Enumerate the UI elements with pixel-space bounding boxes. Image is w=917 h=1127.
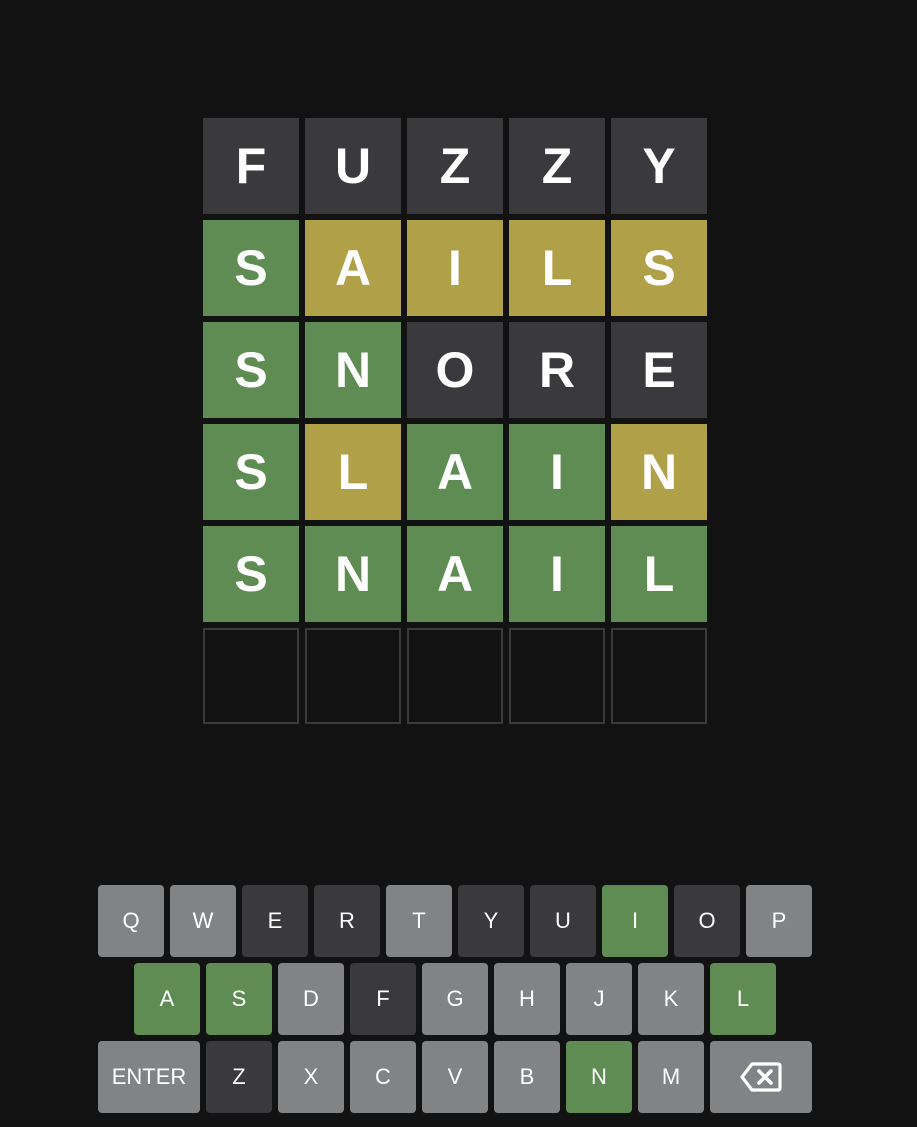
tile-r4-c5: N xyxy=(611,424,707,520)
tile-r4-c4: I xyxy=(509,424,605,520)
backspace-icon xyxy=(740,1062,782,1092)
tile-r2-c2: A xyxy=(305,220,401,316)
key-c[interactable]: C xyxy=(350,1041,416,1113)
tile-r2-c4: L xyxy=(509,220,605,316)
tile-r1-c4: Z xyxy=(509,118,605,214)
tile-r3-c4: R xyxy=(509,322,605,418)
key-e[interactable]: E xyxy=(242,885,308,957)
tile-r3-c2: N xyxy=(305,322,401,418)
tile-r1-c2: U xyxy=(305,118,401,214)
tile-r1-c5: Y xyxy=(611,118,707,214)
key-l[interactable]: L xyxy=(710,963,776,1035)
key-j[interactable]: J xyxy=(566,963,632,1035)
key-v[interactable]: V xyxy=(422,1041,488,1113)
key-i[interactable]: I xyxy=(602,885,668,957)
backspace-key[interactable] xyxy=(710,1041,812,1113)
key-w[interactable]: W xyxy=(170,885,236,957)
tile-r2-c3: I xyxy=(407,220,503,316)
keyboard-row-3: ENTER Z X C V B N M xyxy=(98,1041,812,1113)
tile-r5-c1: S xyxy=(203,526,299,622)
key-k[interactable]: K xyxy=(638,963,704,1035)
key-n[interactable]: N xyxy=(566,1041,632,1113)
tile-r5-c5: L xyxy=(611,526,707,622)
key-p[interactable]: P xyxy=(746,885,812,957)
tile-r6-c1 xyxy=(203,628,299,724)
tile-r5-c2: N xyxy=(305,526,401,622)
key-y[interactable]: Y xyxy=(458,885,524,957)
key-m[interactable]: M xyxy=(638,1041,704,1113)
key-d[interactable]: D xyxy=(278,963,344,1035)
key-z[interactable]: Z xyxy=(206,1041,272,1113)
key-q[interactable]: Q xyxy=(98,885,164,957)
key-f[interactable]: F xyxy=(350,963,416,1035)
key-x[interactable]: X xyxy=(278,1041,344,1113)
tile-r4-c1: S xyxy=(203,424,299,520)
tile-r3-c3: O xyxy=(407,322,503,418)
key-r[interactable]: R xyxy=(314,885,380,957)
tile-r4-c2: L xyxy=(305,424,401,520)
enter-key[interactable]: ENTER xyxy=(98,1041,200,1113)
tile-r4-c3: A xyxy=(407,424,503,520)
tile-r6-c4 xyxy=(509,628,605,724)
key-s[interactable]: S xyxy=(206,963,272,1035)
tile-r3-c1: S xyxy=(203,322,299,418)
key-t[interactable]: T xyxy=(386,885,452,957)
tile-r2-c5: S xyxy=(611,220,707,316)
key-o[interactable]: O xyxy=(674,885,740,957)
keyboard-row-2: ASDFGHJKL xyxy=(98,963,812,1035)
key-g[interactable]: G xyxy=(422,963,488,1035)
tile-r5-c3: A xyxy=(407,526,503,622)
tile-r6-c3 xyxy=(407,628,503,724)
tile-r2-c1: S xyxy=(203,220,299,316)
key-b[interactable]: B xyxy=(494,1041,560,1113)
game-board: FUZZYSAILSSNORESLAINSNAIL xyxy=(203,118,707,724)
key-a[interactable]: A xyxy=(134,963,200,1035)
tile-r3-c5: E xyxy=(611,322,707,418)
keyboard-row-1: QWERTYUIOP xyxy=(98,885,812,957)
key-h[interactable]: H xyxy=(494,963,560,1035)
tile-r6-c2 xyxy=(305,628,401,724)
tile-r1-c3: Z xyxy=(407,118,503,214)
tile-r6-c5 xyxy=(611,628,707,724)
key-u[interactable]: U xyxy=(530,885,596,957)
on-screen-keyboard: QWERTYUIOP ASDFGHJKL ENTER Z X C V B N M xyxy=(98,885,812,1119)
tile-r5-c4: I xyxy=(509,526,605,622)
tile-r1-c1: F xyxy=(203,118,299,214)
